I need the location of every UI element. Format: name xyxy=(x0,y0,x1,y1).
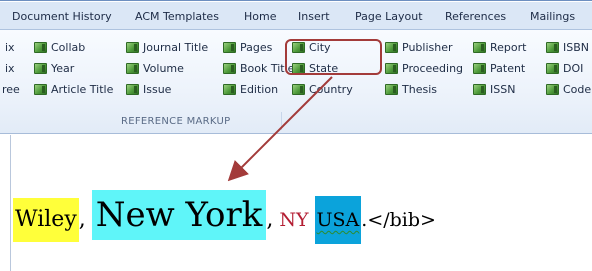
tab-insert[interactable]: Insert xyxy=(298,10,330,23)
markup-year-button[interactable]: Year xyxy=(34,60,74,76)
markup-issue-button[interactable]: Issue xyxy=(126,81,171,97)
markup-tag-icon xyxy=(385,62,398,74)
reference-line[interactable]: Wiley , New York , NY USA .</bib> xyxy=(13,190,436,244)
page-margin-rule xyxy=(10,135,11,271)
markup-proceeding-button[interactable]: Proceeding xyxy=(385,60,463,76)
clipped-label: ix xyxy=(5,41,15,54)
city-callout-box xyxy=(285,39,382,75)
markup-collab-button[interactable]: Collab xyxy=(34,39,85,55)
markup-tag-icon xyxy=(473,83,486,95)
markup-tag-icon xyxy=(385,41,398,53)
tab-mailings[interactable]: Mailings xyxy=(530,10,575,23)
markup-pages-button[interactable]: Pages xyxy=(223,39,272,55)
markup-publisher-button[interactable]: Publisher xyxy=(385,39,453,55)
markup-journal-title-button[interactable]: Journal Title xyxy=(126,39,208,55)
markup-tag-icon xyxy=(126,62,139,74)
tab-home[interactable]: Home xyxy=(244,10,276,23)
markup-patent-button[interactable]: Patent xyxy=(473,60,525,76)
punctuation: , xyxy=(78,207,86,232)
markup-tag-icon xyxy=(385,83,398,95)
tab-page-layout[interactable]: Page Layout xyxy=(355,10,423,23)
ribbon-group-label: REFERENCE MARKUP xyxy=(121,116,231,127)
markup-tag-icon xyxy=(546,83,559,95)
bib-closing-tag: .</bib> xyxy=(361,209,436,231)
markup-tag-icon xyxy=(473,41,486,53)
markup-article-title-button[interactable]: Article Title xyxy=(34,81,113,97)
markup-thesis-button[interactable]: Thesis xyxy=(385,81,437,97)
markup-tag-icon xyxy=(473,62,486,74)
markup-tag-icon xyxy=(126,83,139,95)
markup-tag-icon xyxy=(126,41,139,53)
tab-acm-templates[interactable]: ACM Templates xyxy=(135,10,219,23)
markup-code-button[interactable]: Code xyxy=(546,81,591,97)
group-separator xyxy=(281,112,282,130)
markup-report-button[interactable]: Report xyxy=(473,39,526,55)
tab-references[interactable]: References xyxy=(445,10,506,23)
markup-volume-button[interactable]: Volume xyxy=(126,60,184,76)
markup-isbn-button[interactable]: ISBN xyxy=(546,39,589,55)
tab-document-history[interactable]: Document History xyxy=(12,10,112,23)
markup-edition-button[interactable]: Edition xyxy=(223,81,278,97)
markup-doi-button[interactable]: DOI xyxy=(546,60,583,76)
markup-tag-icon xyxy=(34,83,47,95)
ribbon-tab-bar: Document History ACM Templates Home Inse… xyxy=(0,2,592,30)
city-markup[interactable]: New York xyxy=(91,190,267,240)
markup-tag-icon xyxy=(34,62,47,74)
markup-tag-icon xyxy=(223,62,236,74)
markup-issn-button[interactable]: ISSN xyxy=(473,81,515,97)
clipped-label: ix xyxy=(5,62,15,75)
markup-tag-icon xyxy=(223,83,236,95)
markup-tag-icon xyxy=(34,41,47,53)
markup-tag-icon xyxy=(292,83,305,95)
markup-tag-icon xyxy=(223,41,236,53)
publisher-markup[interactable]: Wiley xyxy=(13,198,79,242)
country-markup[interactable]: USA xyxy=(314,196,362,244)
word-window: Document History ACM Templates Home Inse… xyxy=(0,0,592,271)
punctuation: , xyxy=(266,207,274,232)
markup-tag-icon xyxy=(546,41,559,53)
markup-country-button[interactable]: Country xyxy=(292,81,353,97)
markup-tag-icon xyxy=(546,62,559,74)
clipped-label: ree xyxy=(2,83,20,96)
markup-book-title-button[interactable]: Book Title xyxy=(223,60,294,76)
state-markup[interactable]: NY xyxy=(279,209,308,231)
